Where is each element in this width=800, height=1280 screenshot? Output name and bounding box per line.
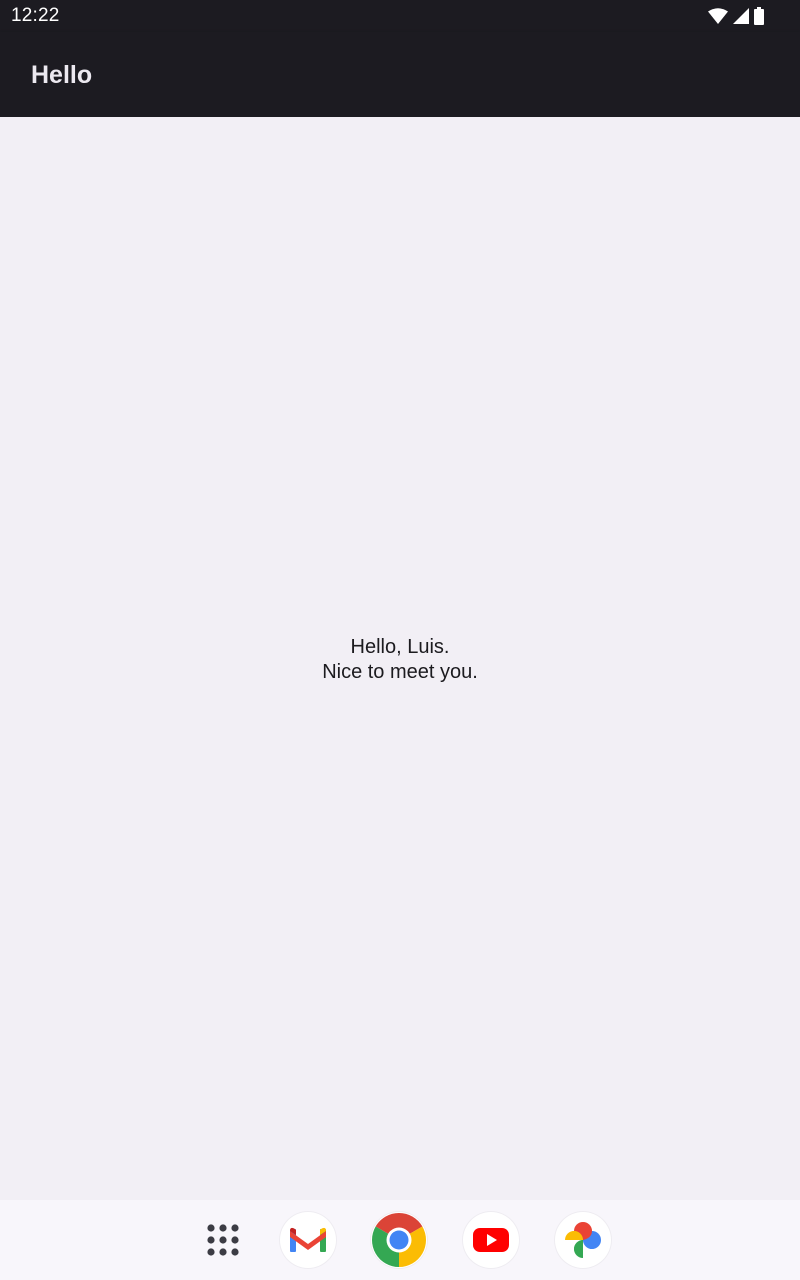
battery-icon: [754, 7, 764, 25]
main-content: Hello, Luis. Nice to meet you.: [0, 117, 800, 1200]
photos-app-button[interactable]: [555, 1212, 611, 1268]
status-time: 12:22: [11, 5, 60, 26]
status-icons: [708, 6, 764, 26]
greeting-line-nice: Nice to meet you.: [322, 661, 478, 683]
greeting-text: Hello, Luis. Nice to meet you.: [0, 635, 800, 685]
greeting-line-hello: Hello, Luis.: [350, 636, 450, 658]
gmail-app-button[interactable]: [280, 1212, 336, 1268]
app-bar: Hello: [0, 32, 800, 117]
cell-signal-icon: [733, 8, 749, 24]
app-drawer-button[interactable]: [195, 1212, 251, 1268]
chrome-app-button[interactable]: [371, 1212, 427, 1268]
app-title: Hello: [31, 61, 93, 89]
dock: [0, 1200, 800, 1280]
youtube-app-button[interactable]: [463, 1212, 519, 1268]
status-bar: 12:22: [0, 0, 800, 32]
wifi-icon: [708, 8, 728, 24]
